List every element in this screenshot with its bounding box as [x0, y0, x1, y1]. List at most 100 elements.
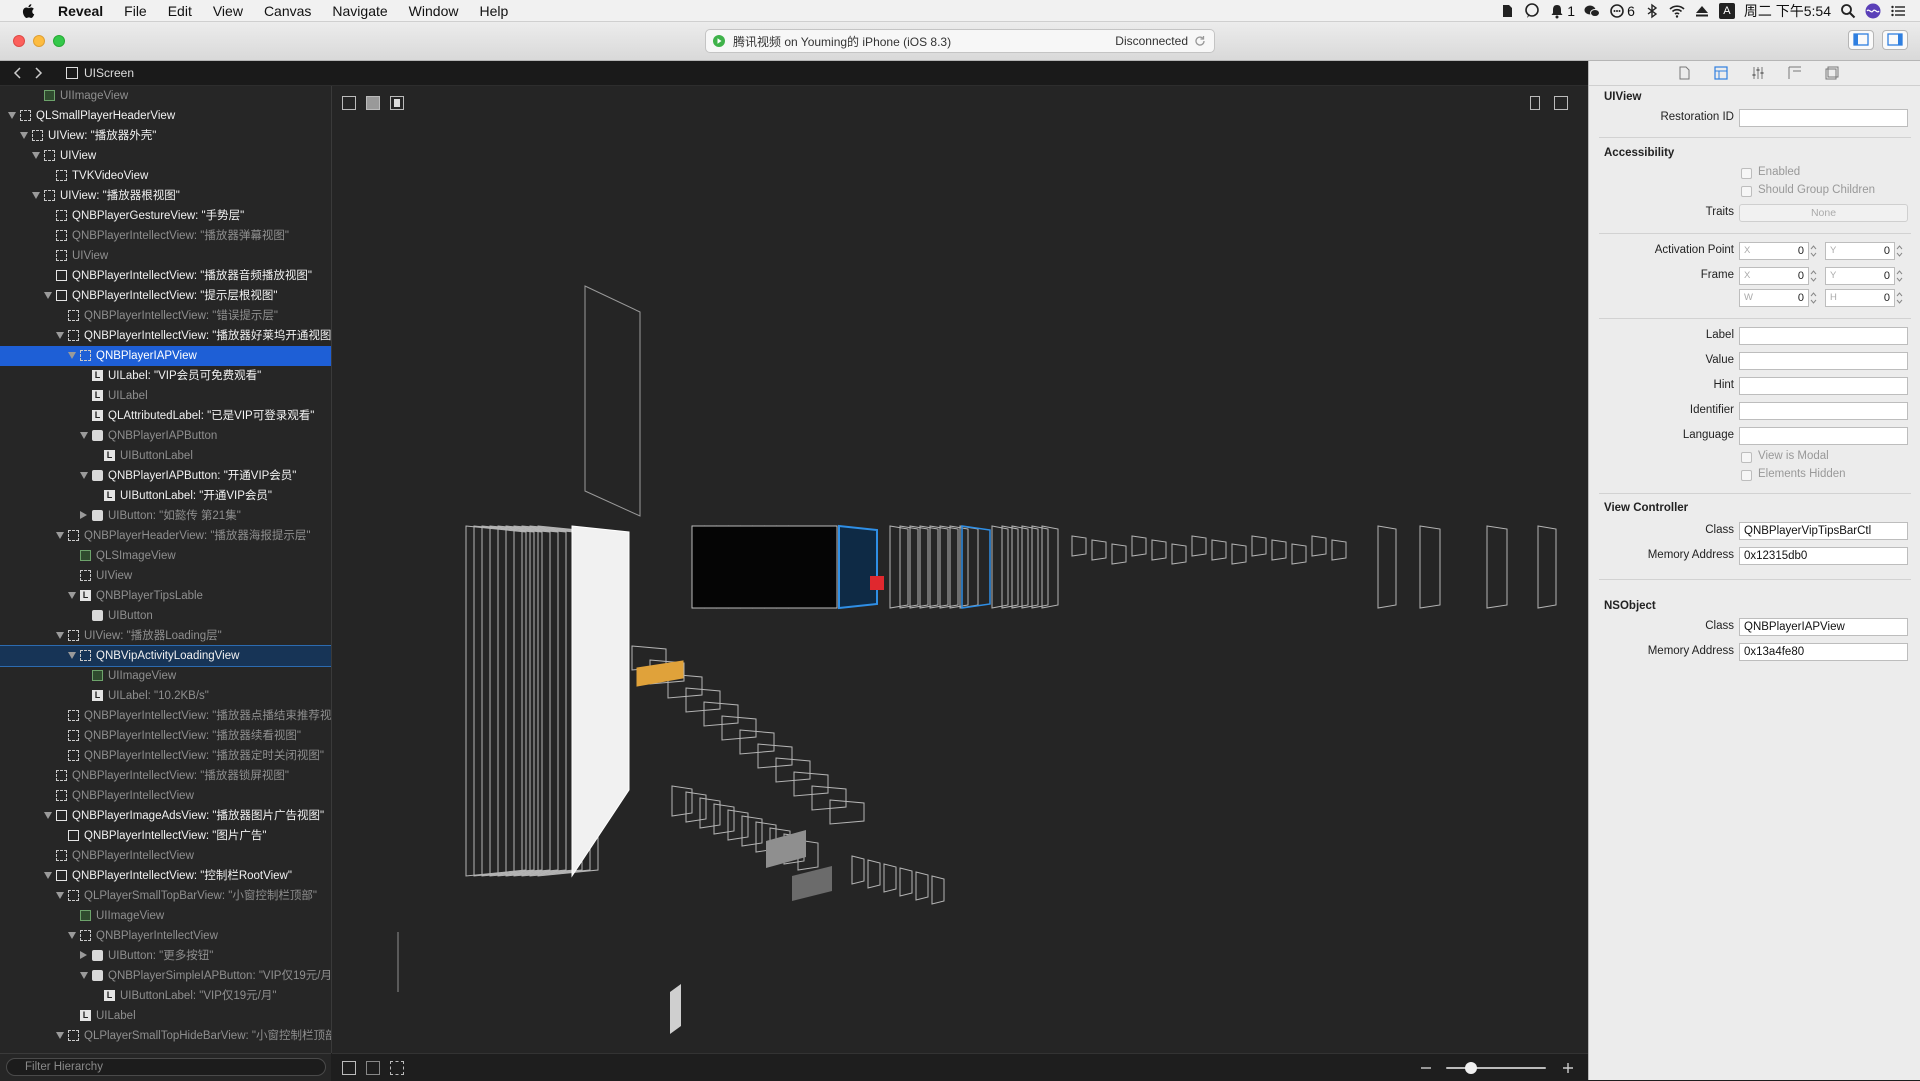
- refresh-icon[interactable]: [1194, 35, 1206, 47]
- breadcrumb[interactable]: UIScreen: [84, 66, 134, 80]
- label-field[interactable]: [1739, 327, 1908, 345]
- menu-app-name[interactable]: Reveal: [58, 3, 103, 19]
- device-selector[interactable]: 腾讯视频 on Youming的 iPhone (iOS 8.3) Discon…: [705, 29, 1215, 53]
- hierarchy-row[interactable]: UIButton: "如懿传 第21集": [0, 506, 331, 526]
- traits-popup[interactable]: None: [1739, 204, 1908, 222]
- hierarchy-row[interactable]: L UILabel: "10.2KB/s": [0, 686, 331, 706]
- frame-w-field[interactable]: W0: [1739, 289, 1809, 307]
- hierarchy-row[interactable]: L UIButtonLabel: "开通VIP会员": [0, 486, 331, 506]
- disclosure-open-icon[interactable]: [20, 132, 28, 139]
- vc-memory-address-field[interactable]: 0x12315db0: [1739, 547, 1908, 565]
- hierarchy-row[interactable]: QNBPlayerIntellectView: [0, 786, 331, 806]
- hierarchy-row[interactable]: QNBPlayerIntellectView: "播放器续看视图": [0, 726, 331, 746]
- hierarchy-row[interactable]: UIButton: "更多按钮": [0, 946, 331, 966]
- hierarchy-row[interactable]: QLPlayerSmallTopHideBarView: "小窗控制栏顶部": [0, 1026, 331, 1046]
- frame-h-field[interactable]: H0: [1825, 289, 1895, 307]
- hierarchy-row[interactable]: QNBPlayerIAPView: [0, 346, 331, 366]
- hierarchy-row[interactable]: UIView: [0, 246, 331, 266]
- hierarchy-row[interactable]: QNBPlayerSimpleIAPButton: "VIP仅19元/月": [0, 966, 331, 986]
- group-children-checkbox[interactable]: [1741, 186, 1752, 197]
- disclosure-open-icon[interactable]: [68, 652, 76, 659]
- hierarchy-row[interactable]: TVKVideoView: [0, 166, 331, 186]
- elements-hidden-checkbox[interactable]: [1741, 470, 1752, 481]
- hierarchy-row[interactable]: QNBPlayerIntellectView: "提示层根视图": [0, 286, 331, 306]
- hierarchy-row[interactable]: UIImageView: [0, 666, 331, 686]
- toggle-inspector-button[interactable]: [1882, 30, 1908, 50]
- disclosure-open-icon[interactable]: [56, 332, 64, 339]
- hierarchy-row[interactable]: QNBPlayerIntellectView: "播放器锁屏视图": [0, 766, 331, 786]
- disclosure-open-icon[interactable]: [80, 472, 88, 479]
- hierarchy-row[interactable]: QLSmallPlayerHeaderView: [0, 106, 331, 126]
- activation-y-stepper[interactable]: [1896, 243, 1903, 259]
- siri-icon[interactable]: [1865, 3, 1881, 19]
- hierarchy-row[interactable]: QNBPlayerIntellectView: "播放器定时关闭视图": [0, 746, 331, 766]
- hierarchy-row[interactable]: QNBPlayerIntellectView: "播放器好莱坞开通视图": [0, 326, 331, 346]
- menu-navigate[interactable]: Navigate: [332, 3, 387, 19]
- disclosure-open-icon[interactable]: [56, 1032, 64, 1039]
- hierarchy-row[interactable]: L QNBPlayerTipsLable: [0, 586, 331, 606]
- show-images-icon[interactable]: [366, 1061, 380, 1075]
- frame-y-stepper[interactable]: [1896, 268, 1903, 284]
- hierarchy-row[interactable]: L UILabel: [0, 1006, 331, 1026]
- layer-inspector-icon[interactable]: [1825, 66, 1839, 80]
- hierarchy-row[interactable]: UIView: "播放器根视图": [0, 186, 331, 206]
- menu-file[interactable]: File: [124, 3, 147, 19]
- hierarchy-row[interactable]: UIImageView: [0, 86, 331, 106]
- menu-help[interactable]: Help: [479, 3, 508, 19]
- bluetooth-icon[interactable]: [1644, 3, 1660, 19]
- hierarchy-row[interactable]: QNBPlayerIntellectView: [0, 926, 331, 946]
- clock[interactable]: 周二 下午5:54: [1744, 1, 1831, 21]
- hierarchy-row[interactable]: QNBPlayerIAPButton: [0, 426, 331, 446]
- hierarchy-row[interactable]: QNBPlayerIntellectView: "播放器弹幕视图": [0, 226, 331, 246]
- hierarchy-row[interactable]: QNBVipActivityLoadingView: [0, 645, 331, 667]
- show-dashed-icon[interactable]: [390, 1061, 404, 1075]
- disclosure-open-icon[interactable]: [80, 432, 88, 439]
- hint-field[interactable]: [1739, 377, 1908, 395]
- disclosure-open-icon[interactable]: [44, 812, 52, 819]
- hierarchy-row[interactable]: L UILabel: "VIP会员可免费观看": [0, 366, 331, 386]
- window-zoom-button[interactable]: [53, 35, 65, 47]
- disclosure-open-icon[interactable]: [56, 892, 64, 899]
- disclosure-open-icon[interactable]: [68, 592, 76, 599]
- hierarchy-row[interactable]: QNBPlayerIAPButton: "开通VIP会员": [0, 466, 331, 486]
- input-method-icon[interactable]: A: [1718, 3, 1735, 19]
- disclosure-open-icon[interactable]: [32, 192, 40, 199]
- disclosure-open-icon[interactable]: [56, 532, 64, 539]
- disclosure-open-icon[interactable]: [44, 872, 52, 879]
- activation-y-field[interactable]: Y0: [1825, 242, 1895, 260]
- hierarchy-row[interactable]: UIView: "播放器外壳": [0, 126, 331, 146]
- filter-hierarchy-input[interactable]: Filter Hierarchy: [6, 1058, 326, 1076]
- wechat-icon[interactable]: [1584, 3, 1601, 19]
- frame-w-stepper[interactable]: [1810, 290, 1817, 306]
- hierarchy-row[interactable]: QNBPlayerImageAdsView: "播放器图片广告视图": [0, 806, 331, 826]
- zoom-slider-knob[interactable]: [1465, 1062, 1477, 1074]
- chat-bubble-icon[interactable]: [1524, 3, 1540, 19]
- ns-memory-address-field[interactable]: 0x13a4fe80: [1739, 643, 1908, 661]
- vc-class-field[interactable]: QNBPlayerVipTipsBarCtl: [1739, 522, 1908, 540]
- enabled-checkbox[interactable]: [1741, 168, 1752, 179]
- disclosure-closed-icon[interactable]: [80, 951, 87, 959]
- hierarchy-row[interactable]: QNBPlayerGestureView: "手势层": [0, 206, 331, 226]
- hierarchy-row[interactable]: QLSImageView: [0, 546, 331, 566]
- hierarchy-row[interactable]: UIView: [0, 146, 331, 166]
- hierarchy-row[interactable]: L UILabel: [0, 386, 331, 406]
- bell-status[interactable]: 1: [1549, 3, 1575, 19]
- hierarchy-row[interactable]: UIView: [0, 566, 331, 586]
- hierarchy-row[interactable]: UIImageView: [0, 906, 331, 926]
- hierarchy-row[interactable]: UIView: "播放器Loading层": [0, 626, 331, 646]
- attributes-inspector-icon[interactable]: [1751, 66, 1765, 80]
- language-field[interactable]: [1739, 427, 1908, 445]
- selected-iap-layer[interactable]: [838, 524, 878, 610]
- identifier-field[interactable]: [1739, 402, 1908, 420]
- hierarchy-row[interactable]: QNBPlayerHeaderView: "播放器海报提示层": [0, 526, 331, 546]
- size-inspector-icon[interactable]: [1788, 66, 1802, 80]
- spotlight-search-icon[interactable]: [1840, 3, 1856, 19]
- toggle-hierarchy-button[interactable]: [1848, 30, 1874, 50]
- apple-icon[interactable]: [20, 2, 38, 20]
- hierarchy-row[interactable]: QNBPlayerIntellectView: "控制栏RootView": [0, 866, 331, 886]
- hierarchy-row[interactable]: L QLAttributedLabel: "已是VIP可登录观看": [0, 406, 331, 426]
- disclosure-open-icon[interactable]: [8, 112, 16, 119]
- hierarchy-row[interactable]: QNBPlayerIntellectView: "图片广告": [0, 826, 331, 846]
- frame-x-stepper[interactable]: [1810, 268, 1817, 284]
- eject-icon[interactable]: [1694, 3, 1710, 19]
